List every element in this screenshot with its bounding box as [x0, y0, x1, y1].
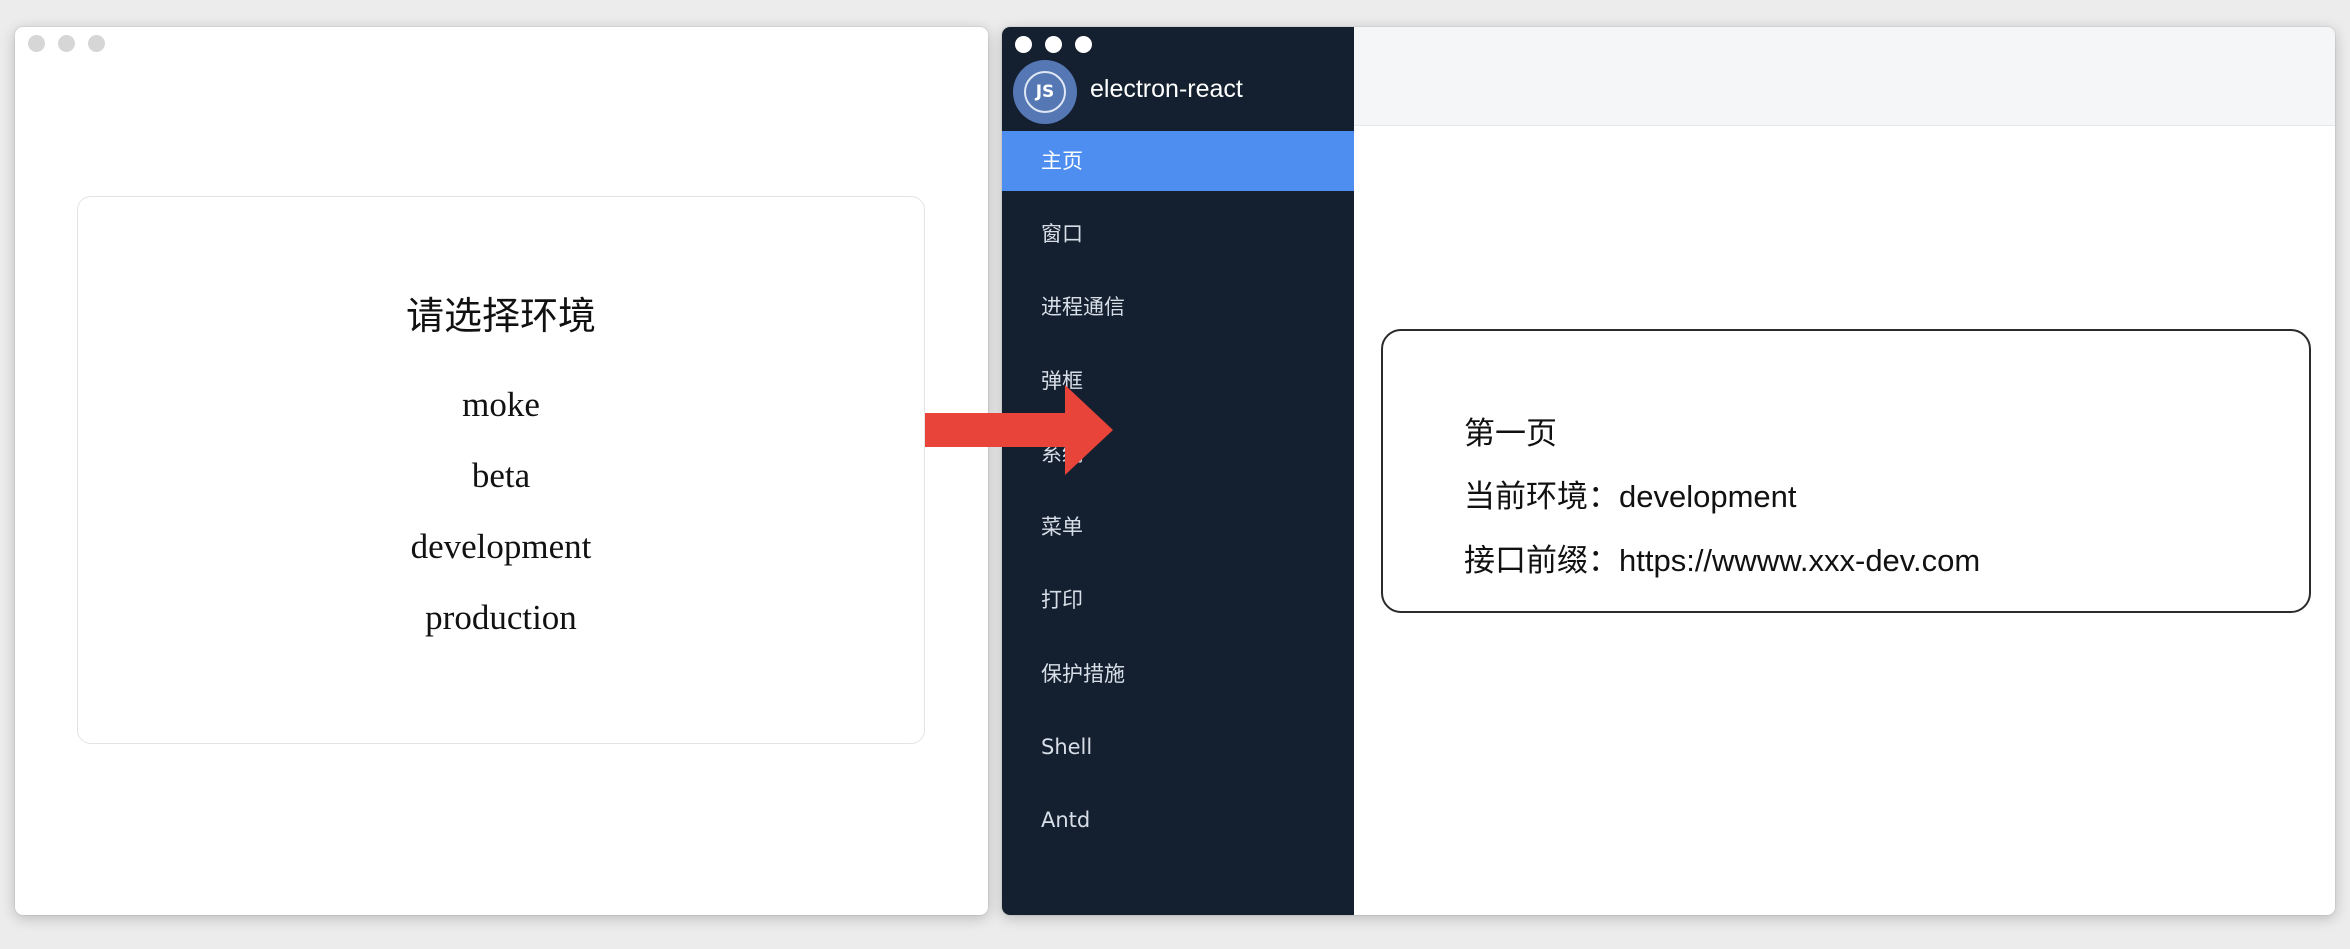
env-select-window: 请选择环境 moke beta development production: [15, 27, 988, 915]
zoom-window-button[interactable]: [88, 35, 105, 52]
api-prefix-label: 接口前缀：: [1464, 543, 1619, 578]
arrow-right-icon: [925, 385, 1113, 475]
current-env-line: 当前环境：development: [1464, 471, 1797, 516]
logo-text: JS: [1024, 71, 1066, 113]
close-window-button[interactable]: [1015, 36, 1032, 53]
env-select-title: 请选择环境: [405, 294, 596, 338]
env-option-development[interactable]: development: [78, 511, 924, 582]
sidebar-item-shell[interactable]: Shell: [1002, 717, 1354, 790]
app-window: JS electron-react 主页 窗口 进程通信 弹框 系统 菜单 打印…: [1002, 27, 2335, 915]
sidebar-item-home[interactable]: 主页: [1002, 131, 1354, 191]
api-prefix-line: 接口前缀：https://wwww.xxx-dev.com: [1464, 535, 1980, 580]
nodejs-logo-icon: JS: [1013, 60, 1077, 124]
env-option-production[interactable]: production: [78, 582, 924, 653]
page-info-card: 第一页 当前环境：development 接口前缀：https://wwww.x…: [1381, 329, 2311, 613]
window-controls: [28, 35, 105, 52]
env-option-moke[interactable]: moke: [78, 369, 924, 440]
page-title: 第一页: [1464, 416, 1557, 451]
sidebar-item-protection[interactable]: 保护措施: [1002, 644, 1354, 717]
current-env-label: 当前环境：: [1464, 479, 1619, 514]
window-controls: [1015, 36, 1092, 53]
sidebar-item-antd[interactable]: Antd: [1002, 790, 1354, 863]
sidebar-item-window[interactable]: 窗口: [1002, 204, 1354, 277]
app-name: electron-react: [1090, 75, 1243, 103]
sidebar-menu: 主页 窗口 进程通信 弹框 系统 菜单 打印 保护措施 Shell Antd: [1002, 131, 1354, 864]
env-option-list: moke beta development production: [78, 369, 924, 653]
sidebar-item-ipc[interactable]: 进程通信: [1002, 277, 1354, 350]
env-option-beta[interactable]: beta: [78, 440, 924, 511]
minimize-window-button[interactable]: [1045, 36, 1062, 53]
api-prefix-value: https://wwww.xxx-dev.com: [1619, 543, 1981, 578]
current-env-value: development: [1619, 479, 1797, 514]
close-window-button[interactable]: [28, 35, 45, 52]
zoom-window-button[interactable]: [1075, 36, 1092, 53]
minimize-window-button[interactable]: [58, 35, 75, 52]
sidebar-item-menu[interactable]: 菜单: [1002, 497, 1354, 570]
env-select-card: 请选择环境 moke beta development production: [77, 196, 925, 744]
sidebar-item-print[interactable]: 打印: [1002, 570, 1354, 643]
header-bar: [1354, 27, 2335, 126]
